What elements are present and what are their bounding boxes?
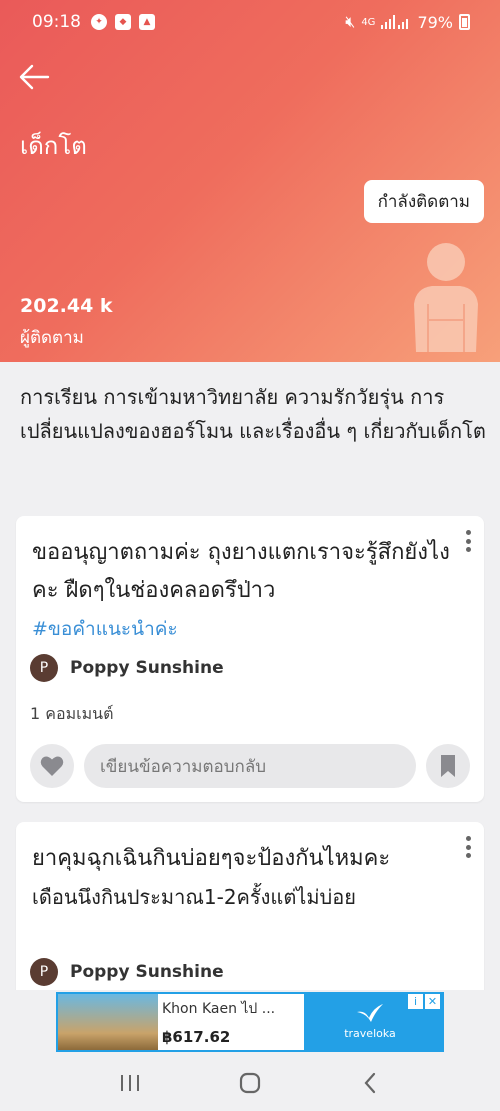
bookmark-icon (441, 755, 455, 777)
author-name: Poppy Sunshine (70, 962, 224, 982)
ad-brand-name: traveloka (344, 1027, 396, 1040)
community-description: การเรียน การเข้ามหาวิทยาลัย ความรักวัยรุ… (20, 385, 486, 443)
ad-close-icon[interactable]: ✕ (425, 994, 440, 1009)
post-title: ขออนุญาตถามค่ะ ถุงยางแตกเราจะรู้สึกยังไง… (32, 540, 450, 640)
bird-icon (357, 1004, 383, 1022)
post-body: เดือนนึงกินประมาณ1-2ครั้งแต่ไม่บ่อย (32, 885, 356, 909)
system-back-button[interactable] (350, 1063, 390, 1103)
battery-icon (459, 14, 470, 30)
reply-input[interactable]: เขียนข้อความตอบกลับ (84, 744, 416, 788)
ad-price: ฿617.62 (162, 1028, 231, 1046)
person-illustration-icon (414, 243, 478, 352)
heart-icon (40, 756, 64, 776)
ad-banner[interactable]: Khon Kaen ไป ... ฿617.62 traveloka i ✕ (56, 992, 444, 1052)
like-button[interactable] (30, 744, 74, 788)
bookmark-button[interactable] (426, 744, 470, 788)
avatar: P (30, 654, 58, 682)
ad-destination: Khon Kaen ไป ... (162, 1001, 276, 1017)
avatar: P (30, 958, 58, 986)
messenger-icon: ✦ (91, 14, 107, 30)
mute-icon: 🔇︎ (345, 12, 356, 31)
app-notification-icon: ◆ (115, 14, 131, 30)
followers-label: ผู้ติดตาม (20, 328, 84, 348)
ad-controls: i ✕ (408, 994, 440, 1009)
comment-count[interactable]: 1 คอมเมนต์ (30, 702, 113, 727)
back-button[interactable] (18, 62, 50, 92)
status-bar: 09:18 ✦ ◆ ▲ 🔇︎ 4G 79% (0, 0, 500, 44)
system-nav-bar (0, 1054, 500, 1111)
ad-image (58, 994, 158, 1050)
signal-icon (381, 15, 409, 29)
followers-count: 202.44 k (20, 295, 113, 317)
home-icon (239, 1072, 261, 1093)
post-author[interactable]: P Poppy Sunshine (30, 958, 224, 986)
battery-percent: 79% (417, 12, 453, 32)
home-button[interactable] (230, 1063, 270, 1103)
community-header: เด็กโต กำลังติดตาม 202.44 k ผู้ติดตาม (0, 0, 500, 362)
recent-apps-button[interactable] (110, 1063, 150, 1103)
post-author[interactable]: P Poppy Sunshine (30, 654, 224, 682)
arrow-left-icon (19, 64, 50, 90)
chevron-left-icon (364, 1072, 376, 1093)
community-title: เด็กโต (20, 132, 87, 160)
network-type: 4G (361, 16, 376, 28)
gallery-icon: ▲ (139, 14, 155, 30)
ad-offer: Khon Kaen ไป ... ฿617.62 (158, 994, 304, 1050)
post-hashtag[interactable]: #ขอคำแนะนำค่ะ (32, 618, 178, 640)
recent-apps-icon (121, 1074, 139, 1091)
status-time: 09:18 (32, 12, 81, 32)
more-options-icon[interactable] (464, 530, 472, 552)
following-button[interactable]: กำลังติดตาม (363, 180, 484, 223)
author-name: Poppy Sunshine (70, 658, 224, 678)
ad-brand-logo: traveloka (340, 1002, 400, 1040)
ad-info-icon[interactable]: i (408, 994, 423, 1009)
more-options-icon[interactable] (464, 836, 472, 858)
post-actions: เขียนข้อความตอบกลับ (30, 744, 470, 788)
post-card[interactable]: ขออนุญาตถามค่ะ ถุงยางแตกเราจะรู้สึกยังไง… (16, 516, 484, 802)
post-title: ยาคุมฉุกเฉินกินบ่อยๆจะป้องกันไหมคะ เดือน… (32, 846, 391, 909)
